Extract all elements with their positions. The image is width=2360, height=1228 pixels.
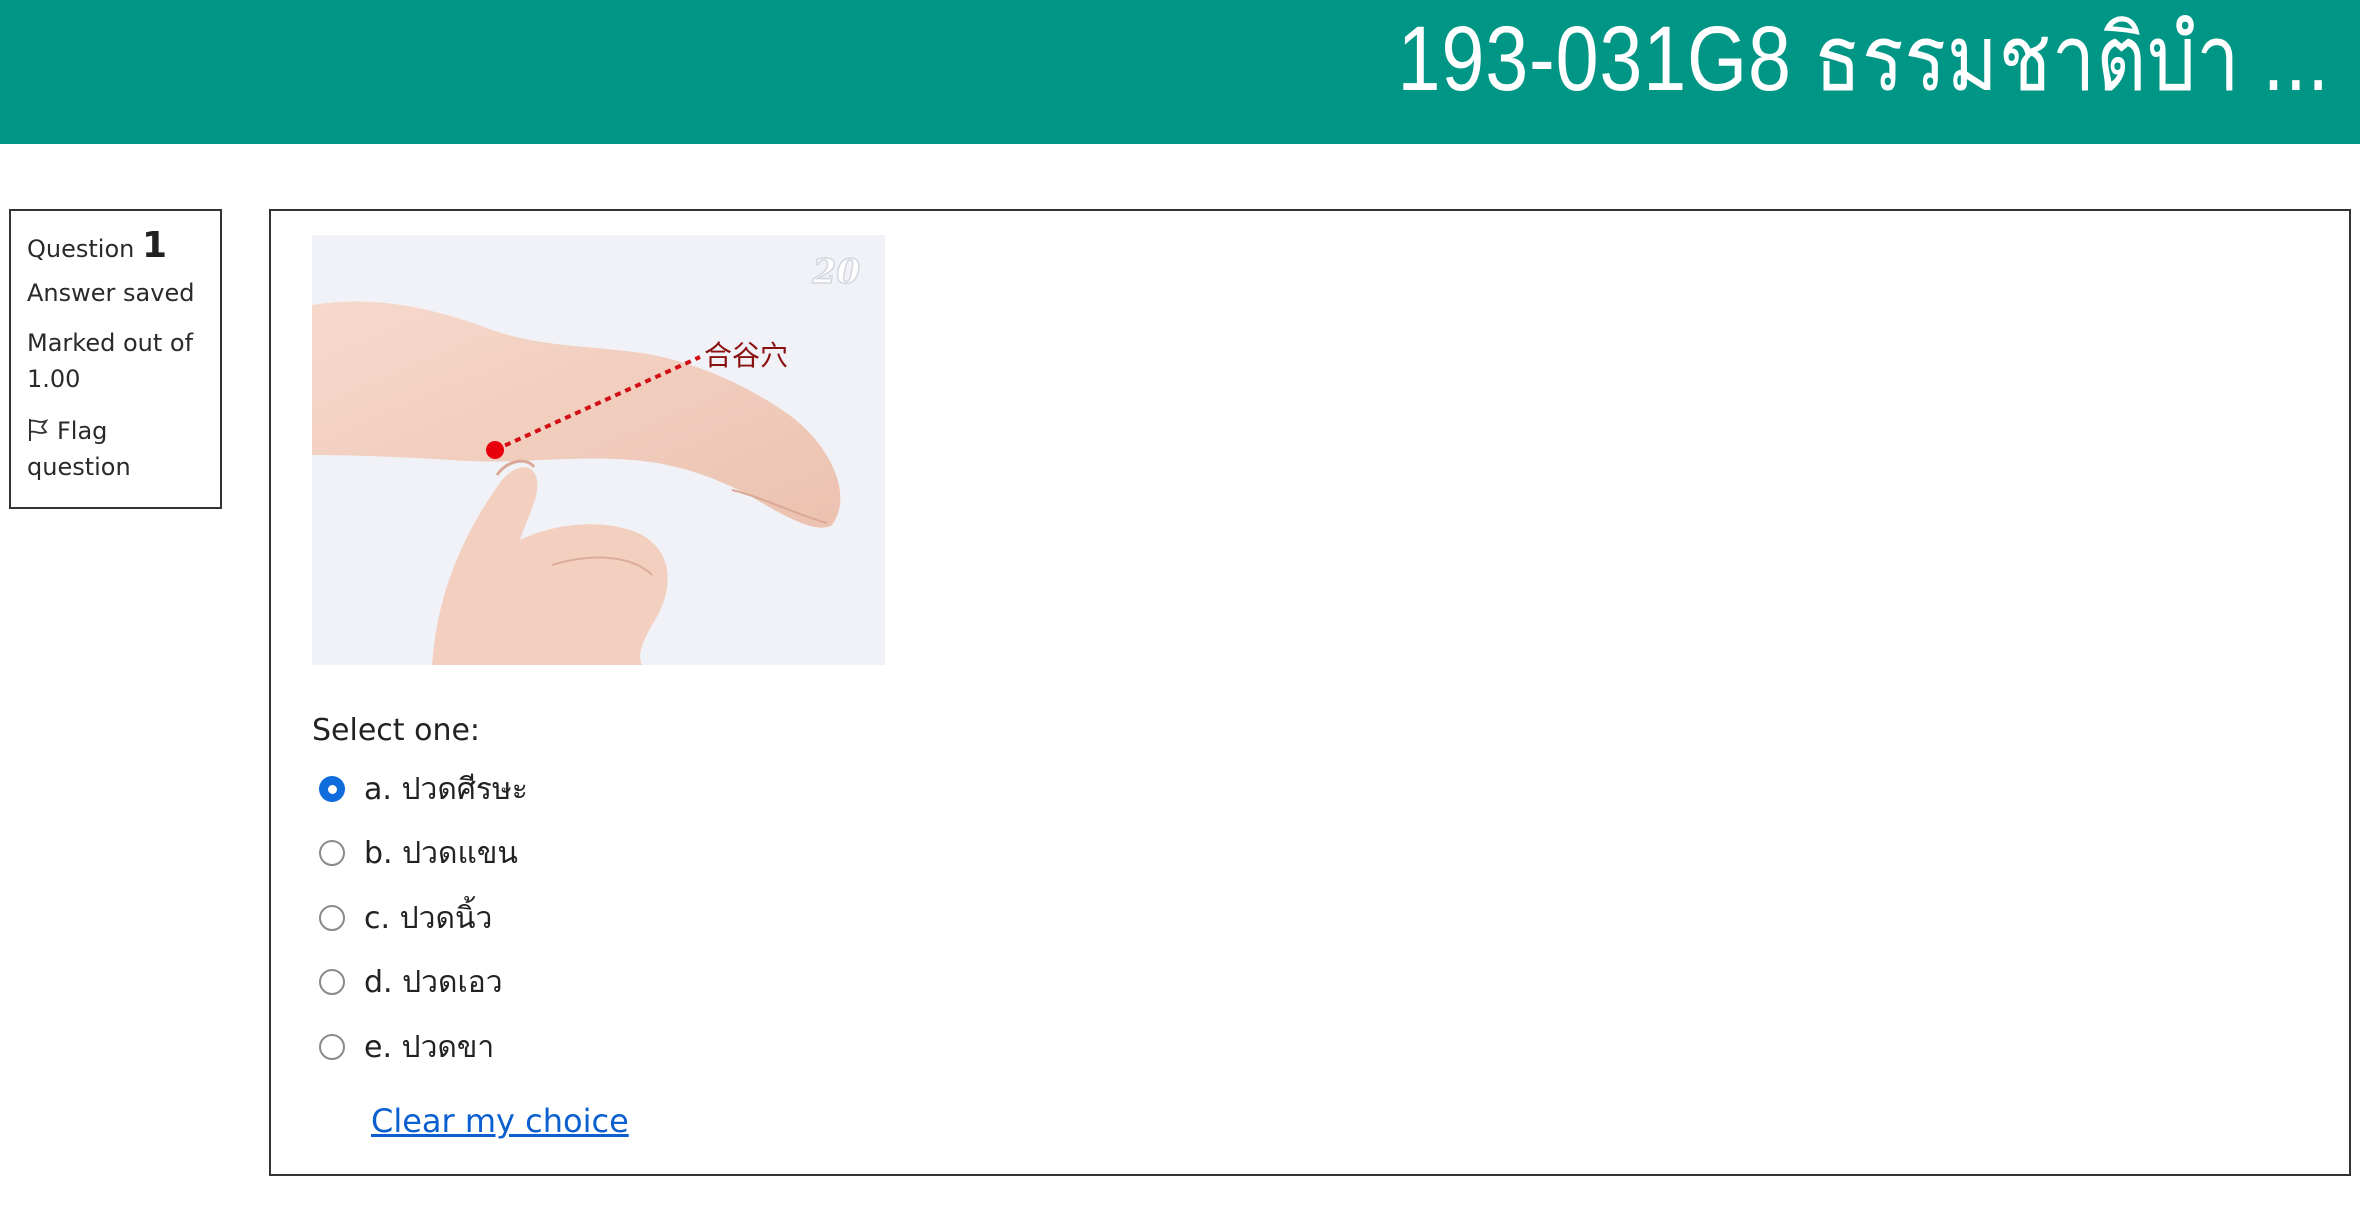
option-c[interactable]: c. ปวดนิ้ว	[319, 893, 492, 943]
question-content: 合谷穴 20 Select one: a. ปวดศีรษะ b. ปวดแขน…	[269, 209, 2351, 1176]
radio-option-e[interactable]	[319, 1034, 345, 1060]
flag-label-2: question	[27, 453, 131, 481]
course-header: 193-031G8 ธรรมชาติบำ ...	[0, 0, 2360, 144]
option-d[interactable]: d. ปวดเอว	[319, 957, 503, 1007]
question-label: Question	[27, 235, 135, 263]
clear-choice-link[interactable]: Clear my choice	[371, 1102, 629, 1140]
marked-out-of-label: Marked out of	[27, 329, 194, 357]
option-e-label[interactable]: e. ปวดขา	[364, 1024, 494, 1071]
course-title[interactable]: 193-031G8 ธรรมชาติบำ ...	[1398, 0, 2330, 126]
marked-out-of: Marked out of 1.00	[27, 325, 220, 397]
hand-acupoint-illustration: 合谷穴 20	[312, 235, 885, 665]
flag-label-1: Flag	[57, 417, 108, 445]
option-e[interactable]: e. ปวดขา	[319, 1022, 494, 1072]
option-b[interactable]: b. ปวดแขน	[319, 828, 518, 878]
answer-status: Answer saved	[27, 279, 195, 307]
flag-icon	[29, 418, 49, 441]
watermark-logo: 20	[812, 252, 861, 292]
question-number: 1	[141, 225, 168, 266]
question-image: 合谷穴 20	[312, 235, 885, 665]
question-info-panel: Question 1 Answer saved Marked out of 1.…	[9, 209, 222, 509]
acupoint-marker	[486, 441, 504, 459]
radio-option-d[interactable]	[319, 969, 345, 995]
option-a[interactable]: a. ปวดศีรษะ	[319, 764, 528, 814]
radio-option-b[interactable]	[319, 840, 345, 866]
acupoint-label: 合谷穴	[704, 339, 788, 372]
radio-option-c[interactable]	[319, 905, 345, 931]
option-a-label[interactable]: a. ปวดศีรษะ	[364, 766, 528, 813]
option-d-label[interactable]: d. ปวดเอว	[364, 959, 503, 1006]
flag-question-button[interactable]: Flag question	[27, 413, 220, 485]
option-c-label[interactable]: c. ปวดนิ้ว	[364, 895, 492, 942]
radio-option-a[interactable]	[319, 776, 345, 802]
marked-out-of-value: 1.00	[27, 365, 81, 393]
option-b-label[interactable]: b. ปวดแขน	[364, 830, 518, 877]
select-prompt: Select one:	[312, 713, 481, 748]
question-number-line: Question 1	[27, 223, 220, 267]
